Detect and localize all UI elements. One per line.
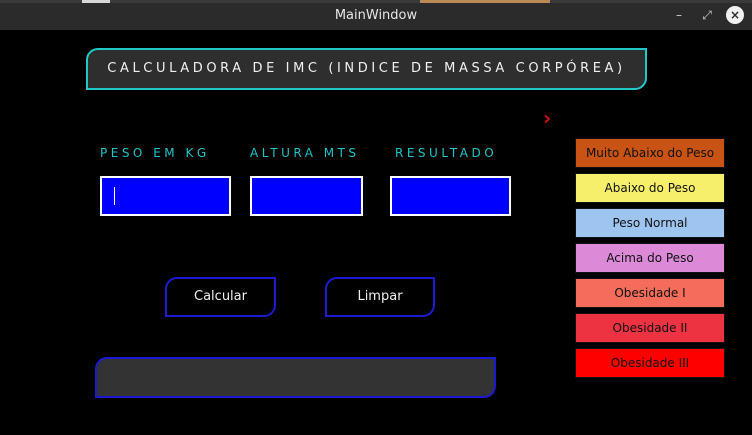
legend-obesidade-2: Obesidade II bbox=[575, 313, 725, 343]
legend-muito-abaixo: Muito Abaixo do Peso bbox=[575, 138, 725, 168]
text-cursor bbox=[114, 187, 115, 205]
window-title: MainWindow bbox=[334, 8, 418, 23]
title-bar: MainWindow – ⤢ × bbox=[0, 0, 752, 30]
close-icon[interactable]: × bbox=[726, 6, 744, 24]
legend-obesidade-1: Obesidade I bbox=[575, 278, 725, 308]
peso-input[interactable] bbox=[100, 176, 231, 216]
legend-abaixo: Abaixo do Peso bbox=[575, 173, 725, 203]
taskbar-highlight-b bbox=[420, 0, 550, 3]
maximize-icon[interactable]: ⤢ bbox=[698, 6, 716, 24]
legend-obesidade-3: Obesidade III bbox=[575, 348, 725, 378]
altura-input[interactable] bbox=[250, 176, 363, 216]
resultado-input[interactable] bbox=[390, 176, 511, 216]
chevron-right-icon: › bbox=[543, 106, 552, 130]
top-strip bbox=[0, 0, 752, 3]
legend-normal: Peso Normal bbox=[575, 208, 725, 238]
peso-label: PESO EM KG bbox=[100, 146, 210, 160]
resultado-label: RESULTADO bbox=[395, 146, 498, 160]
altura-label: ALTURA MTS bbox=[250, 146, 360, 160]
header-box: CALCULADORA DE IMC (INDICE DE MASSA CORP… bbox=[86, 48, 647, 90]
legend-acima: Acima do Peso bbox=[575, 243, 725, 273]
calcular-button[interactable]: Calcular bbox=[165, 277, 276, 317]
minimize-icon[interactable]: – bbox=[670, 6, 688, 24]
result-display bbox=[95, 357, 496, 398]
page-title: CALCULADORA DE IMC (INDICE DE MASSA CORP… bbox=[107, 61, 626, 76]
limpar-button[interactable]: Limpar bbox=[325, 277, 435, 317]
taskbar-highlight-a bbox=[82, 0, 110, 3]
